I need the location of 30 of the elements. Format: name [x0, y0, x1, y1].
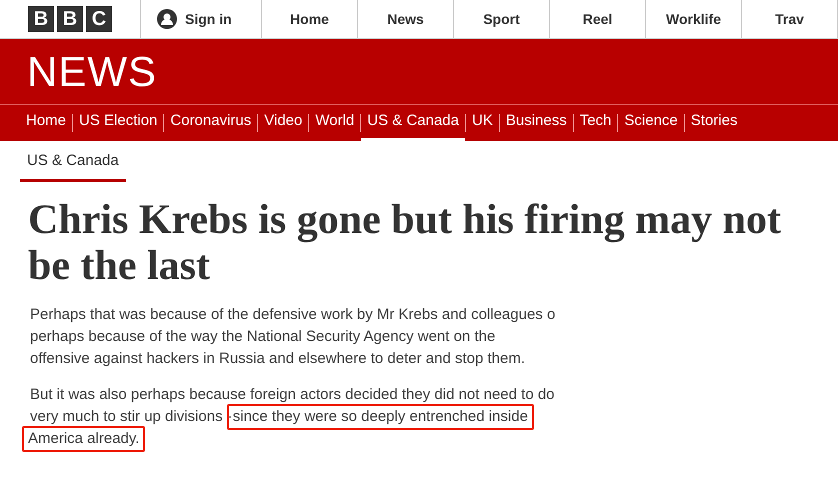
- body-text: But it was also perhaps because foreign actors decided they did not need to do: [30, 384, 555, 404]
- section-nav-tab[interactable]: US Election: [73, 105, 164, 141]
- highlighted-text: America already.: [22, 426, 146, 452]
- section-nav-tab[interactable]: Tech: [574, 105, 618, 141]
- section-nav-tab[interactable]: Home: [20, 105, 72, 141]
- section-nav-tab[interactable]: Science: [618, 105, 684, 141]
- top-nav-link[interactable]: Trav: [742, 0, 838, 38]
- section-nav-tab[interactable]: US & Canada: [361, 105, 465, 141]
- section-nav-tab[interactable]: World: [309, 105, 360, 141]
- headline: Chris Krebs is gone but his firing may not be the last: [27, 196, 782, 288]
- top-nav-link[interactable]: Reel: [550, 0, 646, 38]
- section-nav-tab[interactable]: Video: [258, 105, 308, 141]
- section-nav-tab[interactable]: Coronavirus: [164, 105, 258, 141]
- breadcrumb-link[interactable]: US & Canada: [20, 150, 126, 182]
- top-nav-link[interactable]: Worklife: [646, 0, 742, 38]
- user-icon: [157, 9, 177, 29]
- top-nav-link[interactable]: News: [358, 0, 454, 38]
- top-nav-link[interactable]: Sport: [454, 0, 550, 38]
- logo-letter: B: [57, 6, 83, 32]
- body-text: offensive against hackers in Russia and elsewhere to deter and stop them.: [30, 348, 526, 368]
- logo-letter: C: [86, 6, 112, 32]
- body-text: perhaps because of the way the National Security Agency went on the: [30, 326, 496, 346]
- section-nav-tab[interactable]: Business: [500, 105, 573, 141]
- news-logo: NEWS: [27, 47, 157, 97]
- top-nav-link[interactable]: Home: [262, 0, 358, 38]
- logo-letter: B: [28, 6, 54, 32]
- section-nav-tab[interactable]: UK: [466, 105, 499, 141]
- section-nav-tab[interactable]: Stories: [684, 105, 744, 141]
- sign-in-link[interactable]: Sign in: [141, 0, 262, 38]
- body-text: Perhaps that was because of the defensive work by Mr Krebs and colleagues o: [30, 304, 556, 324]
